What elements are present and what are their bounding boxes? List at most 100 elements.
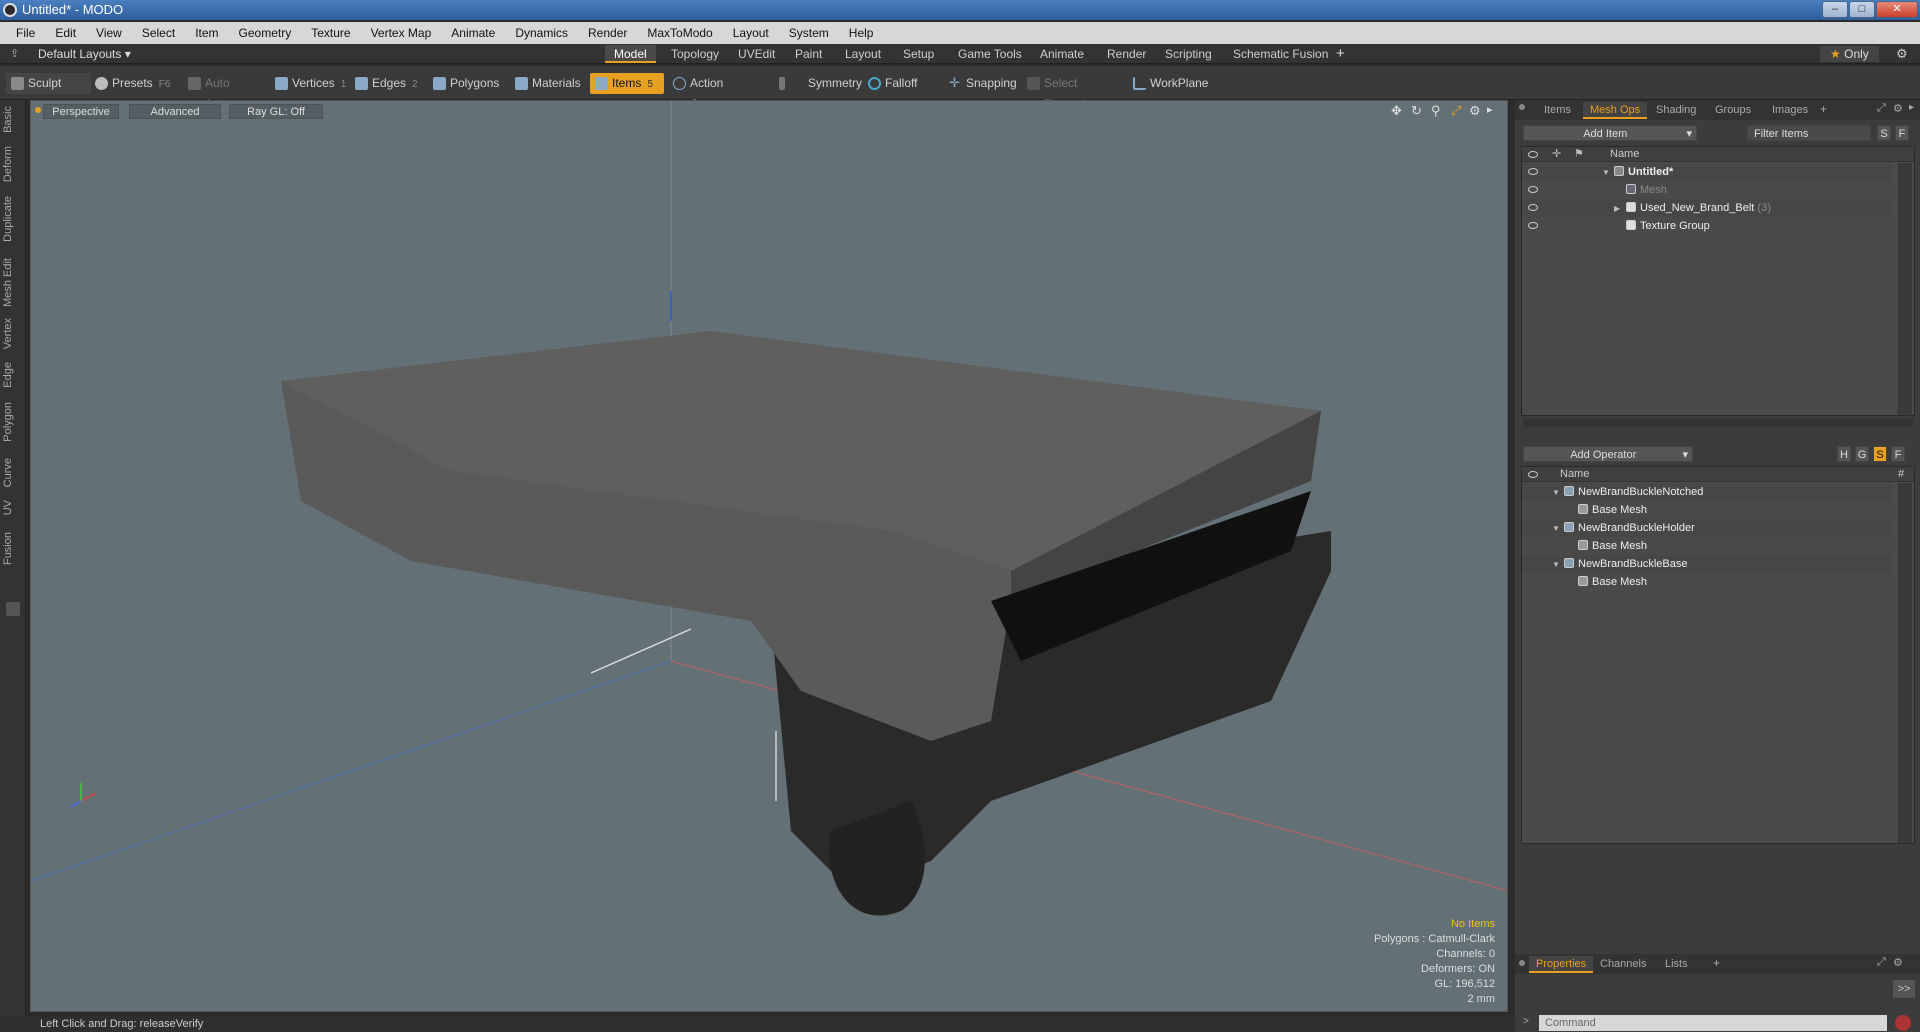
tab-animate[interactable]: Animate [1031,45,1093,63]
item-row-scene[interactable]: ▼ Untitled* [1522,163,1892,181]
minimize-button[interactable]: – [1822,1,1848,18]
menu-animate[interactable]: Animate [441,26,505,40]
viewport-settings-icon[interactable]: ⚙ [1469,103,1481,119]
eye-icon[interactable] [1528,222,1538,229]
menu-edit[interactable]: Edit [45,26,86,40]
sculpt-button[interactable]: Sculpt [6,73,91,94]
f-filter-button[interactable]: F [1891,446,1905,462]
tab-mesh-ops[interactable]: Mesh Ops [1583,102,1648,119]
action-center-button[interactable]: Action Center [668,73,768,111]
items-scrollbar[interactable] [1898,163,1912,415]
3d-viewport[interactable]: Perspective Advanced Ray GL: Off ✥ ↻ ⚲ ⤢… [30,100,1508,1012]
tab-layout[interactable]: Layout [836,45,890,63]
panel-arrow-icon[interactable]: ▸ [1909,102,1914,113]
add-operator-dropdown[interactable]: Add Operator ▾ [1523,446,1693,462]
menu-dynamics[interactable]: Dynamics [505,26,578,40]
vtab-curve[interactable]: Curve [2,458,22,487]
rotate-icon[interactable]: ↻ [1411,103,1422,119]
viewport-menu-icon[interactable] [35,107,41,113]
viewport-more-icon[interactable]: ▸ [1487,103,1493,116]
tab-shading[interactable]: Shading [1649,102,1703,119]
layout-preset-dropdown[interactable]: Default Layouts ▾ [38,47,131,61]
panel-settings-icon[interactable]: ⚙ [1893,956,1903,969]
meshop-row[interactable]: Base Mesh [1522,573,1892,591]
filter-items-input[interactable]: Filter Items [1747,125,1871,141]
items-button[interactable]: Items 5 [590,73,664,94]
add-panel-tab-icon[interactable]: + [1713,956,1720,970]
shading-dropdown[interactable]: Advanced [129,104,221,119]
edges-button[interactable]: Edges 2 [350,73,428,94]
menu-help[interactable]: Help [839,26,884,40]
select-through-button[interactable]: Select Through [1022,73,1122,111]
command-input[interactable]: Command [1539,1015,1887,1031]
expand-icon[interactable]: ▶ [1614,200,1626,218]
only-toggle[interactable]: ★ Only [1820,46,1879,62]
item-row-mesh[interactable]: Mesh [1522,181,1892,199]
collapse-icon[interactable]: ▼ [1552,484,1564,502]
menu-view[interactable]: View [86,26,132,40]
vtab-fusion[interactable]: Fusion [2,532,22,565]
meshop-row[interactable]: ▼ NewBrandBuckleBase [1522,555,1892,573]
view-type-dropdown[interactable]: Perspective [43,104,119,119]
raygl-toggle[interactable]: Ray GL: Off [229,104,323,119]
zoom-icon[interactable]: ⚲ [1431,103,1441,119]
vtab-mesh-edit[interactable]: Mesh Edit [2,258,22,307]
menu-item[interactable]: Item [185,26,228,40]
collapse-icon[interactable]: ▼ [1602,164,1614,182]
tab-render[interactable]: Render [1098,45,1155,63]
pin-icon[interactable]: ⇪ [10,47,19,60]
falloff-button[interactable]: Falloff [863,73,933,94]
expand-properties-button[interactable]: >> [1893,980,1915,998]
auto-select-button[interactable]: Auto Select [183,73,265,111]
materials-button[interactable]: Materials [510,73,588,94]
meshop-row[interactable]: Base Mesh [1522,501,1892,519]
vtab-uv[interactable]: UV [2,500,22,515]
s-button[interactable]: S [1877,125,1891,141]
menu-vertex-map[interactable]: Vertex Map [361,26,442,40]
close-button[interactable]: ✕ [1876,1,1918,18]
collapse-icon[interactable]: ▼ [1552,520,1564,538]
meshops-scrollbar[interactable] [1898,483,1912,843]
vtab-duplicate[interactable]: Duplicate [2,196,22,242]
menu-layout[interactable]: Layout [723,26,779,40]
tab-model[interactable]: Model [605,45,656,63]
maximize-button[interactable]: □ [1849,1,1875,18]
pan-icon[interactable]: ✥ [1391,103,1402,119]
menu-system[interactable]: System [779,26,839,40]
s-filter-button[interactable]: S [1873,446,1887,462]
menu-render[interactable]: Render [578,26,637,40]
polygons-button[interactable]: Polygons [428,73,508,94]
tab-paint[interactable]: Paint [786,45,831,63]
symmetry-button[interactable]: Symmetry [774,73,862,94]
menu-select[interactable]: Select [132,26,185,40]
vtab-edge[interactable]: Edge [2,362,22,388]
tab-lists[interactable]: Lists [1658,956,1695,973]
eye-icon[interactable] [1528,186,1538,193]
presets-button[interactable]: Presets F6 [90,73,172,94]
add-panel-tab-icon[interactable]: + [1820,102,1827,116]
meshop-row[interactable]: ▼ NewBrandBuckleNotched [1522,483,1892,501]
meshop-row[interactable]: Base Mesh [1522,537,1892,555]
expand-panel-icon[interactable]: ⤢ [1877,102,1886,115]
menu-geometry[interactable]: Geometry [229,26,302,40]
vertices-button[interactable]: Vertices 1 [270,73,348,94]
expand-panel-icon[interactable]: ⤢ [1877,956,1886,969]
vtab-vertex[interactable]: Vertex [2,318,22,349]
vtab-basic[interactable]: Basic [2,106,22,133]
menu-texture[interactable]: Texture [301,26,360,40]
expand-icon[interactable] [6,602,20,616]
menu-file[interactable]: File [6,26,45,40]
tab-game-tools[interactable]: Game Tools [949,45,1031,63]
h-button[interactable]: H [1837,446,1851,462]
horizontal-scrollbar[interactable] [1523,419,1913,427]
meshop-row[interactable]: ▼ NewBrandBuckleHolder [1522,519,1892,537]
g-button[interactable]: G [1855,446,1869,462]
tab-properties[interactable]: Properties [1529,956,1594,973]
tab-uvedit[interactable]: UVEdit [729,45,784,63]
tab-items[interactable]: Items [1537,102,1578,119]
f-button[interactable]: F [1895,125,1909,141]
snapping-button[interactable]: ✛ Snapping [944,73,1026,94]
panel-menu-icon[interactable] [1519,960,1525,966]
panel-menu-icon[interactable] [1519,104,1525,110]
vtab-deform[interactable]: Deform [2,146,22,182]
